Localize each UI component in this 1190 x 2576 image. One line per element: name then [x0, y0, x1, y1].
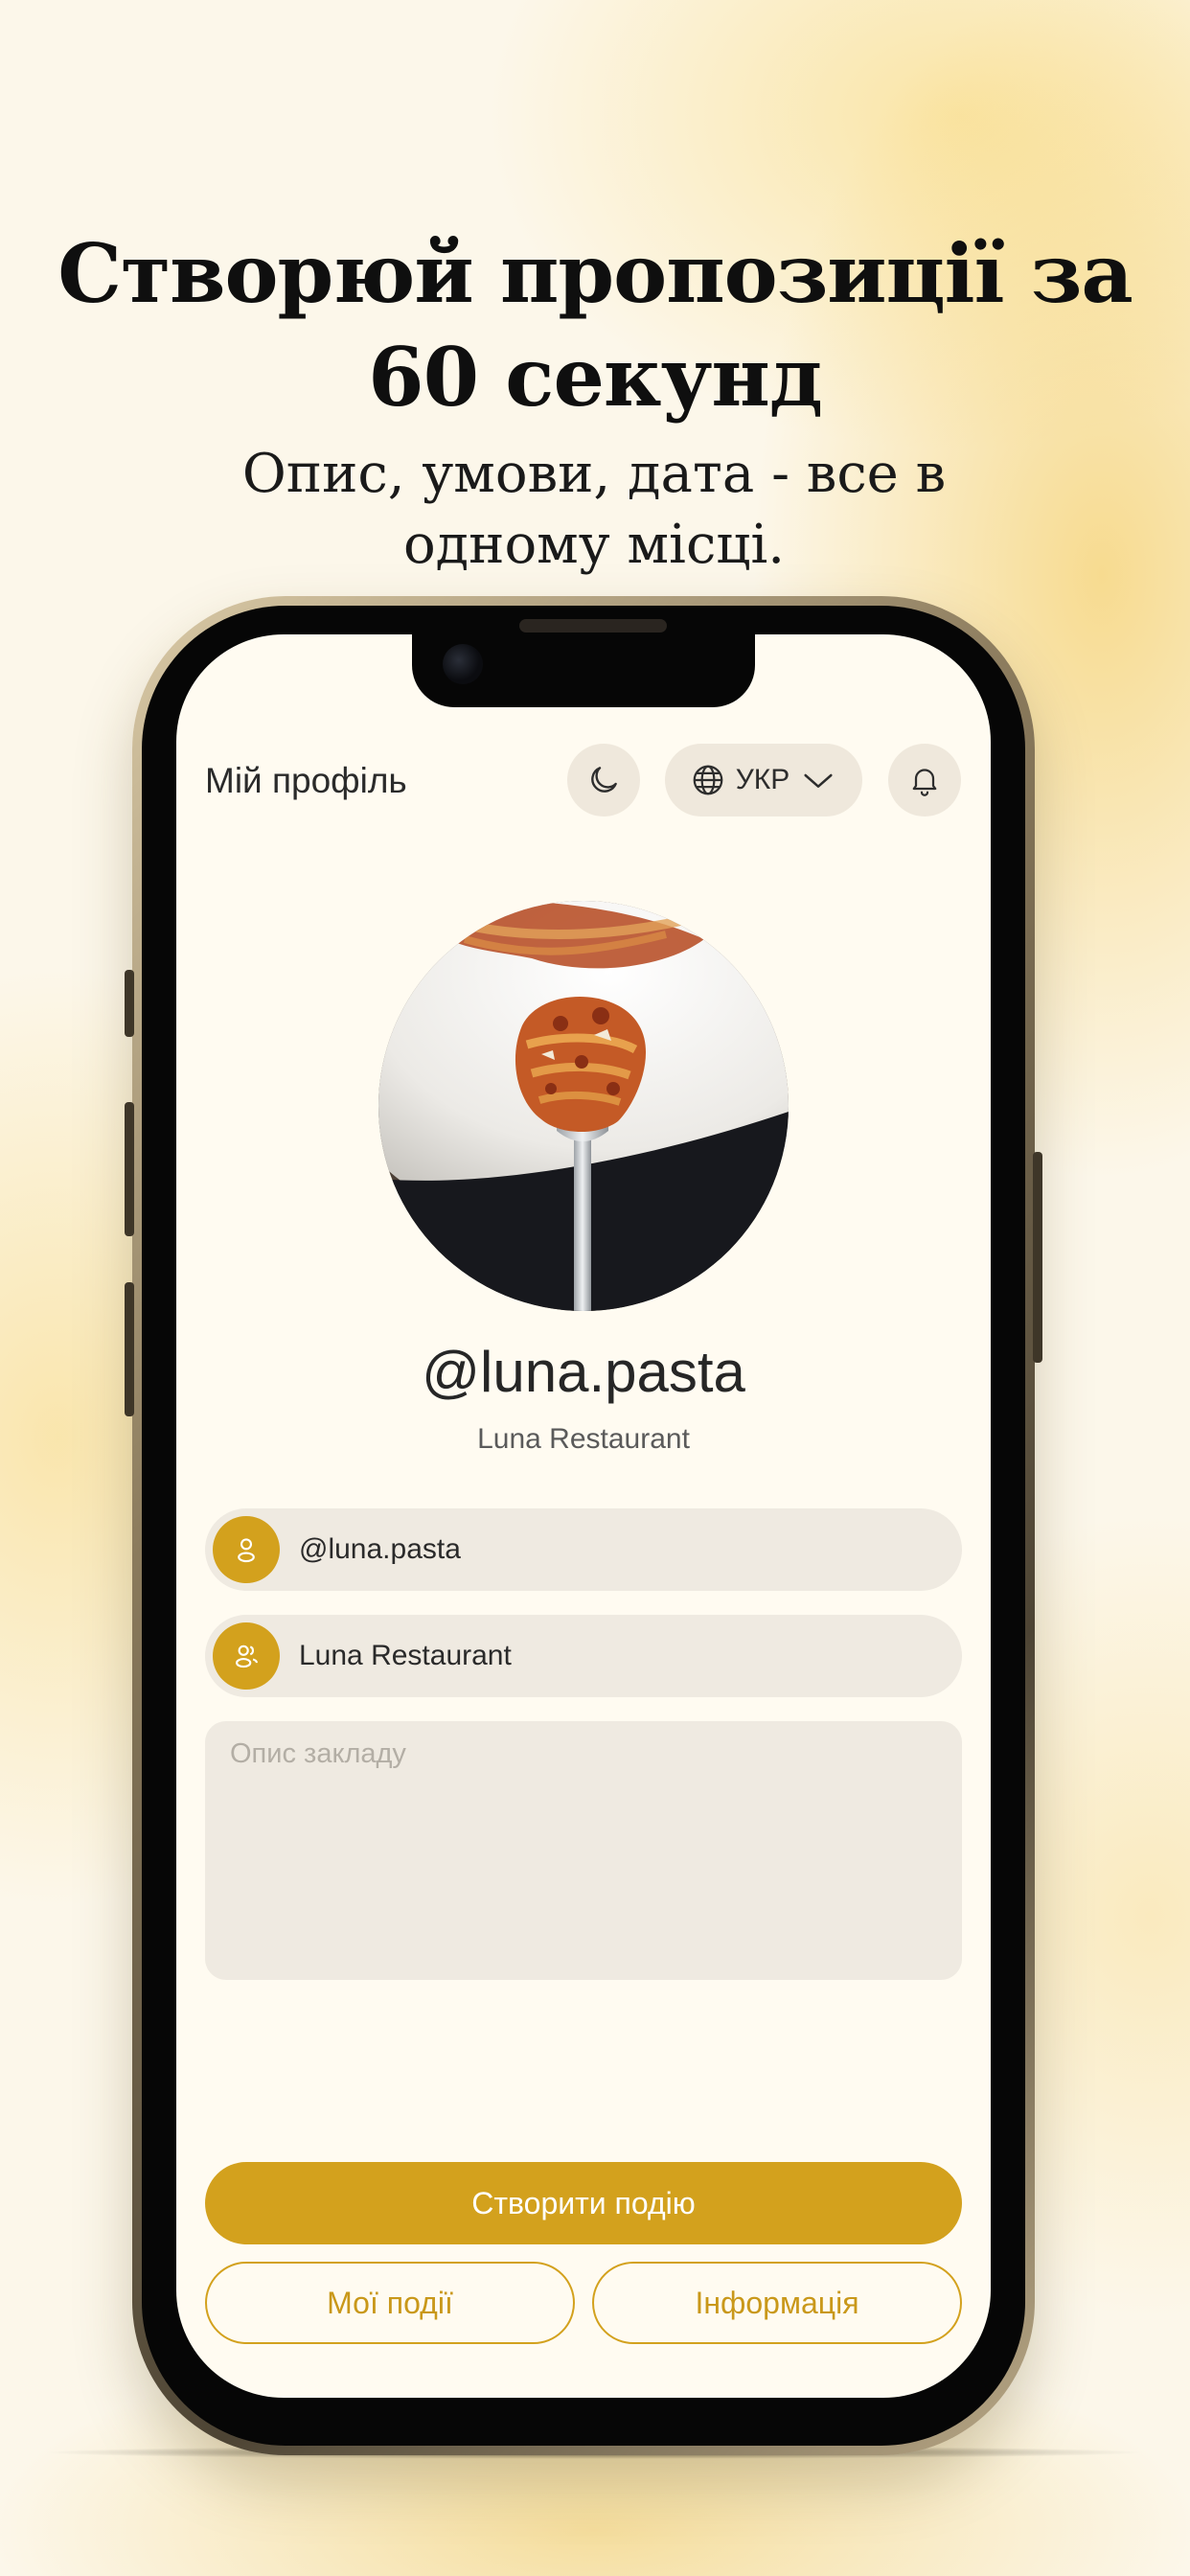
- pasta-on-fork-photo: [378, 901, 789, 1311]
- profile-username: @luna.pasta: [422, 1340, 745, 1404]
- promo-title: Створюй пропозиції за 60 секунд: [57, 226, 1133, 425]
- username-field-value: @luna.pasta: [299, 1533, 461, 1565]
- camera-icon: [443, 644, 483, 684]
- language-label: УКР: [735, 764, 790, 795]
- phone-power-button: [1033, 1152, 1042, 1363]
- user-icon: [213, 1516, 280, 1583]
- theme-toggle-button[interactable]: [567, 744, 640, 816]
- phone-speaker-slot: [519, 619, 667, 632]
- phone-volume-up: [125, 1102, 134, 1236]
- phone-notch: [412, 634, 755, 707]
- username-field[interactable]: @luna.pasta: [205, 1508, 962, 1591]
- language-selector[interactable]: УКР: [665, 744, 862, 816]
- my-events-button[interactable]: Мої події: [205, 2262, 575, 2344]
- avatar[interactable]: [378, 901, 789, 1311]
- moon-icon: [591, 767, 617, 793]
- promo-subtitle: Опис, умови, дата - все в одному місці.: [241, 443, 947, 576]
- notifications-button[interactable]: [888, 744, 961, 816]
- restaurant-name-field-value: Luna Restaurant: [299, 1640, 512, 1671]
- create-event-button[interactable]: Створити подію: [205, 2162, 962, 2244]
- phone-mute-switch: [125, 970, 134, 1037]
- chevron-down-icon: [804, 773, 833, 788]
- info-button[interactable]: Інформація: [592, 2262, 962, 2344]
- phone-volume-down: [125, 1282, 134, 1416]
- app-screen: Мій профіль УКР @luna.pasta Luna Restaur…: [176, 634, 991, 2398]
- bell-icon: [912, 769, 937, 796]
- phone-frame: Мій профіль УКР @luna.pasta Luna Restaur…: [125, 596, 1042, 2455]
- page-title: Мій профіль: [205, 761, 407, 800]
- globe-icon: [693, 765, 723, 795]
- users-icon: [213, 1622, 280, 1690]
- restaurant-name-field[interactable]: Luna Restaurant: [205, 1615, 962, 1697]
- profile-display-name: Luna Restaurant: [477, 1423, 690, 1455]
- description-textarea[interactable]: [205, 1721, 962, 1980]
